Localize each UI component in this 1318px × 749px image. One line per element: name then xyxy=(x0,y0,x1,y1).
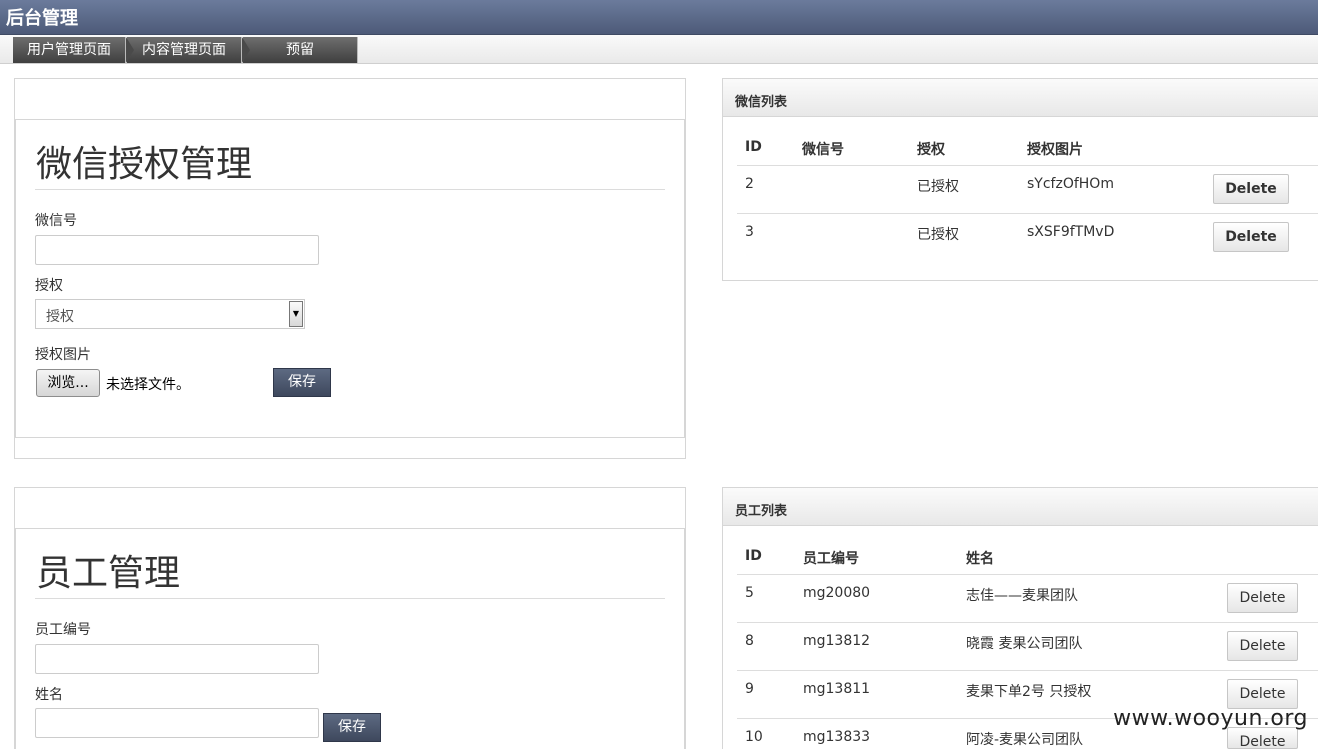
wechat-id-input[interactable] xyxy=(35,235,319,265)
staff-number-input[interactable] xyxy=(35,644,319,674)
row-divider xyxy=(737,165,1318,166)
tab-label: 用户管理页面 xyxy=(27,42,111,58)
delete-button[interactable]: Delete xyxy=(1227,583,1298,613)
tab-user-management[interactable]: 用户管理页面 xyxy=(13,37,134,63)
row-divider xyxy=(737,622,1318,623)
staff-save-button[interactable]: 保存 xyxy=(323,713,381,742)
tab-reserved[interactable]: 预留 xyxy=(243,37,358,63)
cell-staff-number: mg13833 xyxy=(803,729,871,745)
cell-name: 阿凌-麦果公司团队 xyxy=(966,732,1084,748)
cell-staff-number: mg20080 xyxy=(803,585,871,601)
cell-name: 志佳——麦果团队 xyxy=(966,588,1078,604)
col-header-auth-image: 授权图片 xyxy=(1027,142,1083,158)
watermark-text: www.wooyun.org xyxy=(1113,706,1308,731)
cell-id: 8 xyxy=(745,633,754,649)
cell-id: 9 xyxy=(745,681,754,697)
cell-name: 麦果下单2号 只授权 xyxy=(966,684,1092,700)
staff-name-input[interactable] xyxy=(35,708,319,738)
col-header-wechat: 微信号 xyxy=(802,142,844,158)
cell-auth: 已授权 xyxy=(917,227,959,243)
wechat-id-label: 微信号 xyxy=(35,213,77,229)
row-divider xyxy=(737,574,1318,575)
cell-staff-number: mg13812 xyxy=(803,633,871,649)
wechat-list-header: 微信列表 xyxy=(723,79,1318,117)
auth-select[interactable]: 授权 ▼ xyxy=(35,299,305,329)
col-header-id: ID xyxy=(745,139,762,155)
delete-button[interactable]: Delete xyxy=(1213,222,1289,252)
cell-name: 晓霞 麦果公司团队 xyxy=(966,636,1083,652)
staff-list-header: 员工列表 xyxy=(723,488,1318,526)
main-menu-bar: 用户管理页面 内容管理页面 预留 xyxy=(0,35,1318,64)
row-divider xyxy=(737,670,1318,671)
chevron-down-icon[interactable]: ▼ xyxy=(289,301,303,327)
tab-label: 内容管理页面 xyxy=(142,42,226,58)
staff-form-title: 员工管理 xyxy=(36,553,181,594)
browse-file-button[interactable]: 浏览... xyxy=(36,369,100,397)
staff-number-label: 员工编号 xyxy=(35,622,91,638)
col-header-auth: 授权 xyxy=(917,142,945,158)
cell-staff-number: mg13811 xyxy=(803,681,871,697)
cell-id: 2 xyxy=(745,176,754,192)
cell-id: 5 xyxy=(745,585,754,601)
app-title: 后台管理 xyxy=(6,8,78,29)
row-divider xyxy=(737,213,1318,214)
auth-label: 授权 xyxy=(35,278,63,294)
cell-auth-image: sYcfzOfHOm xyxy=(1027,176,1114,192)
wechat-form-title: 微信授权管理 xyxy=(36,144,253,185)
wechat-save-button[interactable]: 保存 xyxy=(273,368,331,397)
tab-label: 预留 xyxy=(286,42,314,58)
col-header-name: 姓名 xyxy=(966,551,994,567)
form-divider xyxy=(35,189,665,190)
tab-content-management[interactable]: 内容管理页面 xyxy=(127,37,250,63)
staff-name-label: 姓名 xyxy=(35,687,63,703)
app-title-bar: 后台管理 xyxy=(0,0,1318,35)
col-header-id: ID xyxy=(745,548,762,564)
form-divider xyxy=(35,598,665,599)
cell-id: 10 xyxy=(745,729,763,745)
auth-selected-value: 授权 xyxy=(46,309,74,325)
cell-id: 3 xyxy=(745,224,754,240)
delete-button[interactable]: Delete xyxy=(1213,174,1289,204)
cell-auth: 已授权 xyxy=(917,179,959,195)
delete-button[interactable]: Delete xyxy=(1227,679,1298,709)
cell-auth-image: sXSF9fTMvD xyxy=(1027,224,1115,240)
delete-button[interactable]: Delete xyxy=(1227,631,1298,661)
auth-image-label: 授权图片 xyxy=(35,347,91,363)
col-header-staff-number: 员工编号 xyxy=(803,551,859,567)
file-status-text: 未选择文件。 xyxy=(106,377,190,393)
